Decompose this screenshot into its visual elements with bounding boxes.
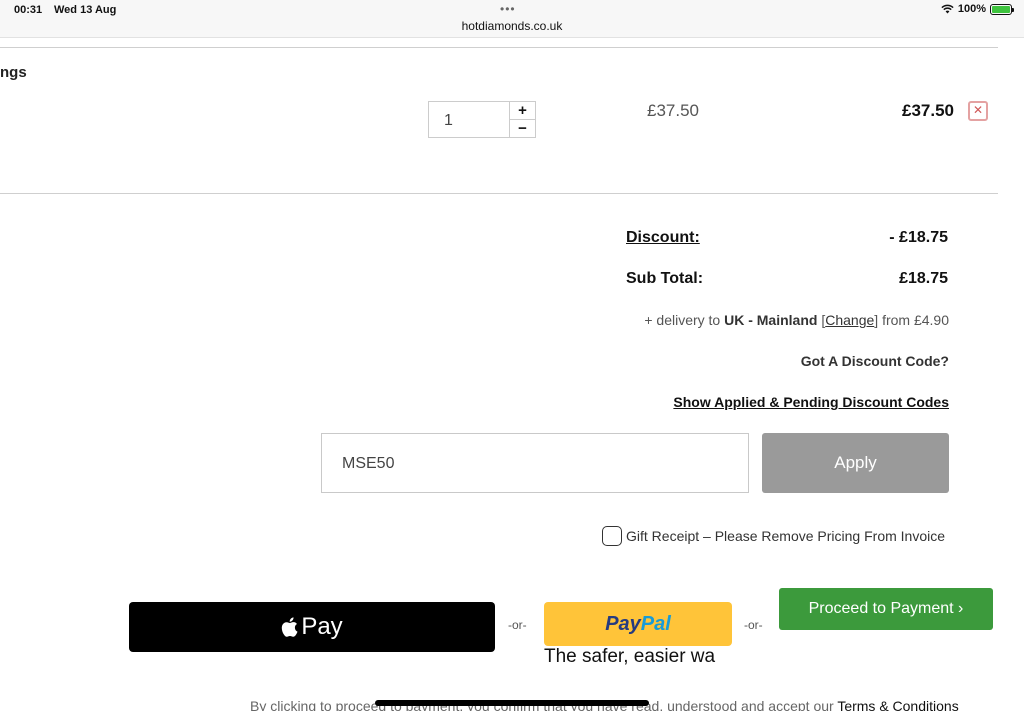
status-right-cluster: 100% [941,3,1014,15]
apply-button[interactable]: Apply [762,433,949,493]
paypal-logo-pal: Pal [640,613,671,635]
discount-label: Discount: [626,229,700,246]
unit-price: £37.50 [647,101,699,120]
battery-cap [1012,7,1014,12]
delivery-prefix: + delivery to [644,312,725,328]
or-separator-1: -or- [508,618,527,632]
battery-icon [990,3,1014,15]
subtotal-label: Sub Total: [626,270,704,287]
paypal-button[interactable]: PayPal [544,602,732,646]
delivery-region: UK - Mainland [724,312,818,328]
quantity-increase-button[interactable]: + [510,102,535,120]
discount-code-input[interactable]: MSE50 [321,433,749,493]
remove-item-button[interactable]: ✕ [968,101,988,121]
home-indicator[interactable] [375,700,649,706]
discount-code-heading: Got A Discount Code? [800,353,949,369]
wifi-icon [941,4,954,14]
delivery-bracket-close: ] [874,312,883,328]
delivery-from: from £4.90 [882,312,949,328]
discount-value: - £18.75 [889,229,948,246]
close-icon: ✕ [972,103,984,117]
quantity-input[interactable]: 1 [428,101,510,138]
delivery-info: + delivery to UK - Mainland [Change] fro… [644,312,949,328]
or-separator-2: -or- [744,618,763,632]
battery-level-fill [992,5,1010,13]
quantity-stepper: + − [510,101,536,138]
gift-receipt-label[interactable]: Gift Receipt – Please Remove Pricing Fro… [626,528,945,544]
proceed-to-payment-button[interactable]: Proceed to Payment › [779,588,993,630]
gift-receipt-checkbox[interactable] [602,526,622,546]
product-title-fragment[interactable]: ngs [0,64,27,81]
show-discount-codes-link[interactable]: Show Applied & Pending Discount Codes [673,394,949,410]
divider-cart-bottom [0,193,998,194]
line-total: £37.50 [902,101,954,120]
status-time: 00:31 [14,4,43,16]
status-bar: 00:31 Wed 13 Aug ••• hotdiamonds.co.uk 1… [0,0,1024,38]
subtotal-value: £18.75 [899,270,948,287]
terms-conditions-link[interactable]: Terms & Conditions [837,698,958,711]
apple-logo-icon [282,617,298,637]
tab-menu-dots[interactable]: ••• [500,2,516,16]
status-date: Wed 13 Aug [54,4,117,16]
paypal-logo-pay: Pay [605,613,641,635]
address-bar-url[interactable]: hotdiamonds.co.uk [0,19,1024,33]
paypal-tagline: The safer, easier wa [544,646,716,667]
apple-pay-button[interactable]: Pay [129,602,495,652]
gift-receipt-row: Gift Receipt – Please Remove Pricing Fro… [602,526,945,546]
divider-top [0,47,998,48]
apple-pay-label: Pay [301,613,343,640]
quantity-decrease-button[interactable]: − [510,120,535,138]
delivery-change-link[interactable]: Change [825,312,874,328]
battery-percent: 100% [957,3,986,15]
